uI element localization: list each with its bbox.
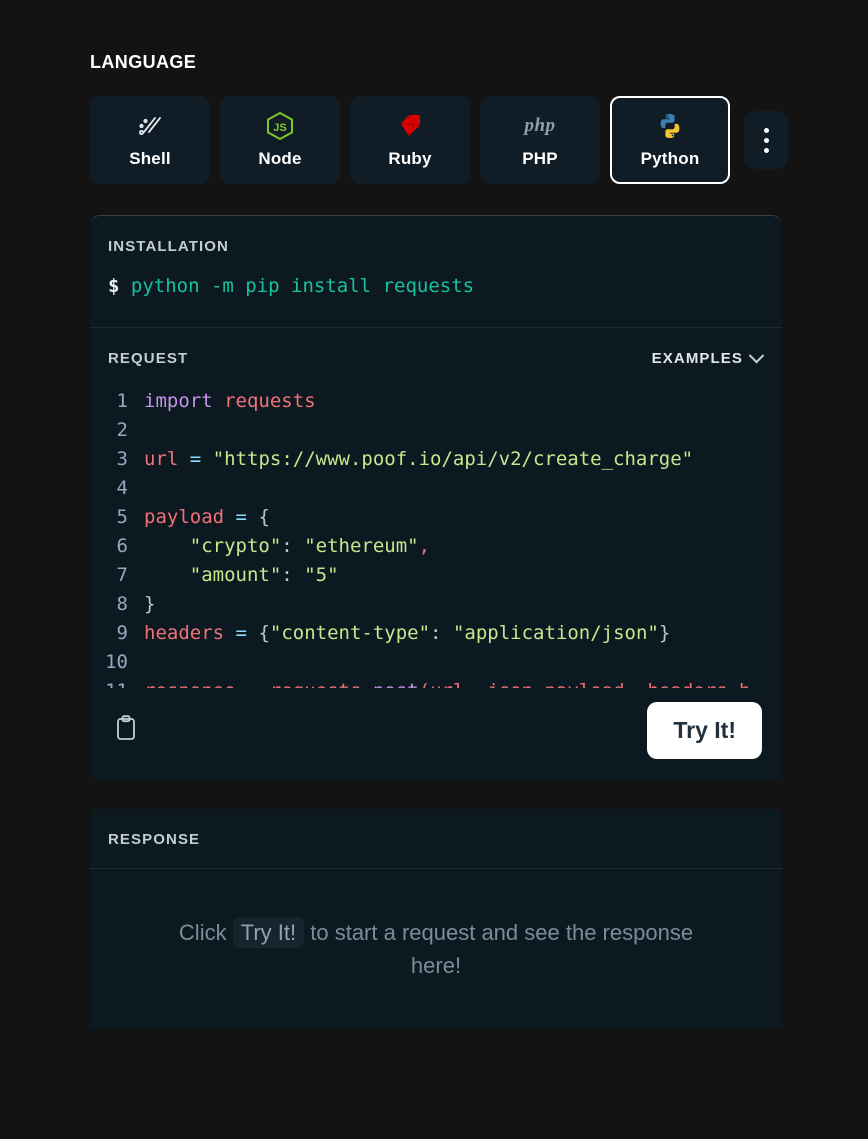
request-heading: REQUEST xyxy=(108,350,189,367)
code-line: 8} xyxy=(90,590,782,619)
response-placeholder-before: Click xyxy=(178,920,227,945)
line-number: 3 xyxy=(116,448,128,470)
code-line-text: import requests xyxy=(144,390,316,412)
dot xyxy=(763,137,769,143)
api-explorer-page: LANGUAGE Shell JS Node Ruby php PHP Pyth… xyxy=(0,0,868,1139)
code-line: 5 payload = { xyxy=(90,503,782,532)
code-line-text: response = requests.post(url, json=paylo… xyxy=(144,677,750,688)
line-number: 9 xyxy=(116,622,128,644)
language-tab-list: Shell JS Node Ruby php PHP Python xyxy=(90,95,790,185)
php-icon: php xyxy=(524,115,556,136)
response-body: Click Try It! to start a request and see… xyxy=(90,869,782,1029)
code-line: 3 url = "https://www.poof.io/api/v2/creat… xyxy=(90,445,782,474)
shell-icon xyxy=(135,111,165,141)
code-card: INSTALLATION $ python -m pip install req… xyxy=(90,215,782,781)
language-tab-label: Node xyxy=(258,149,302,168)
examples-dropdown[interactable]: EXAMPLES xyxy=(651,347,765,367)
language-tab-ruby[interactable]: Ruby xyxy=(350,96,470,184)
line-number: 11 xyxy=(90,677,144,688)
language-section-label: LANGUAGE xyxy=(90,52,197,72)
language-tab-shell[interactable]: Shell xyxy=(90,96,210,184)
code-line-text: } xyxy=(144,593,156,615)
code-listing: 1 import requests 2 3 url = "https://www.po… xyxy=(90,387,782,688)
code-line: 10 xyxy=(90,648,782,677)
line-number: 2 xyxy=(116,419,128,441)
clipboard-icon[interactable] xyxy=(114,714,138,747)
language-tab-label: Python xyxy=(640,149,700,168)
language-tab-label: Shell xyxy=(129,149,171,168)
installation-command: python -m pip install requests xyxy=(130,275,475,297)
code-line: 11response = requests.post(url, json=pay… xyxy=(90,677,782,688)
line-number: 1 xyxy=(116,390,128,412)
dot xyxy=(763,127,769,133)
code-line-text: "crypto": "ethereum", xyxy=(189,535,431,557)
dot xyxy=(763,147,769,153)
code-line: 7 "amount": "5" xyxy=(90,561,782,590)
response-placeholder-chip: Try It! xyxy=(232,917,305,948)
line-number: 6 xyxy=(116,535,128,557)
response-placeholder: Click Try It! to start a request and see… xyxy=(154,916,718,982)
code-line: 6 "crypto": "ethereum", xyxy=(90,532,782,561)
language-tab-label: PHP xyxy=(522,149,558,168)
line-number: 10 xyxy=(105,651,128,673)
installation-command-line: $ python -m pip install requests xyxy=(90,255,782,327)
response-card: RESPONSE Click Try It! to start a reques… xyxy=(90,809,782,1029)
chevron-down-icon xyxy=(748,347,765,364)
nodejs-icon: JS xyxy=(266,111,294,141)
response-placeholder-after: to start a request and see the response … xyxy=(310,920,694,978)
request-header: REQUEST EXAMPLES xyxy=(90,328,782,367)
svg-text:JS: JS xyxy=(273,122,286,134)
line-number: 4 xyxy=(116,477,128,499)
installation-heading: INSTALLATION xyxy=(108,238,229,255)
ruby-icon xyxy=(396,111,424,141)
language-tab-python[interactable]: Python xyxy=(610,96,730,184)
shell-prompt: $ xyxy=(108,275,120,297)
code-line: 2 xyxy=(90,416,782,445)
language-tab-php[interactable]: php PHP xyxy=(480,96,600,184)
language-tab-label: Ruby xyxy=(388,149,432,168)
code-line: 4 xyxy=(90,474,782,503)
line-number: 8 xyxy=(116,593,128,615)
code-line-text: url = "https://www.poof.io/api/v2/create… xyxy=(144,448,694,470)
try-it-button[interactable]: Try It! xyxy=(647,702,762,759)
code-line-text: "amount": "5" xyxy=(189,564,339,586)
code-scroll-region[interactable]: 1 import requests 2 3 url = "https://www.po… xyxy=(90,367,782,688)
language-tab-node[interactable]: JS Node xyxy=(220,96,340,184)
response-heading: RESPONSE xyxy=(108,831,201,848)
line-number: 7 xyxy=(116,564,128,586)
code-line: 1 import requests xyxy=(90,387,782,416)
line-number: 5 xyxy=(116,506,128,528)
code-line-text: headers = {"content-type": "application/… xyxy=(144,622,671,644)
code-line: 9 headers = {"content-type": "application… xyxy=(90,619,782,648)
python-icon xyxy=(656,111,684,141)
examples-label: EXAMPLES xyxy=(651,350,743,367)
more-vertical-icon[interactable] xyxy=(744,111,788,169)
code-line-text: payload = { xyxy=(144,506,270,528)
code-action-bar: Try It! xyxy=(90,688,782,781)
